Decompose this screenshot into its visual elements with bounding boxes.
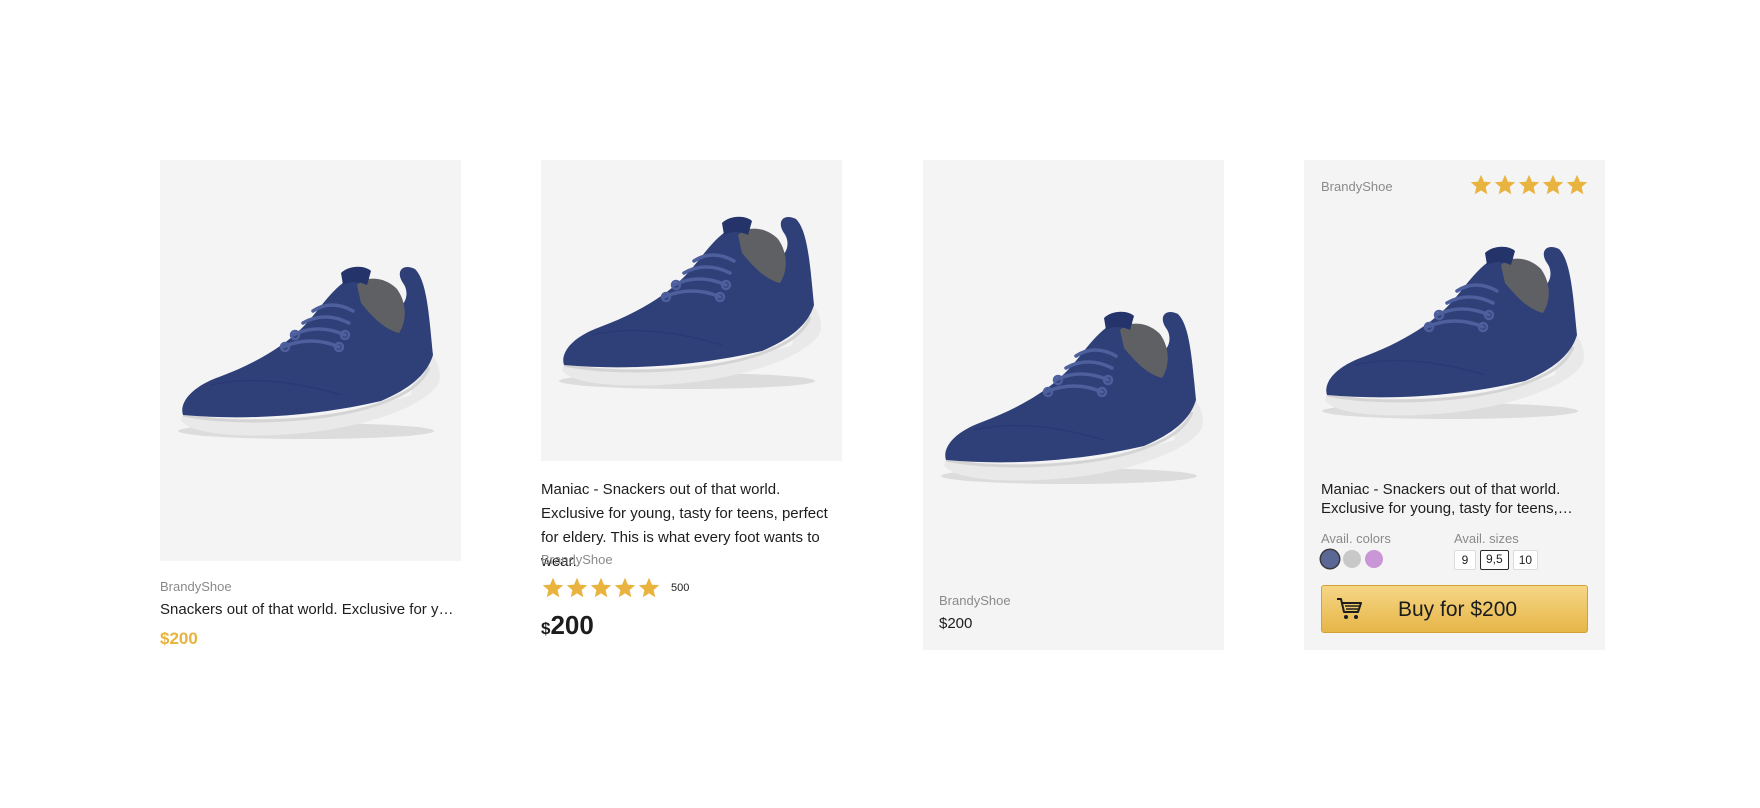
buy-button[interactable]: Buy for $200	[1321, 585, 1588, 633]
product-price: $200	[939, 615, 973, 632]
shoe-image	[551, 205, 833, 405]
product-description: Snackers out of that world. Exclusive fo…	[160, 601, 460, 618]
rating-stars	[1469, 173, 1589, 197]
shoe-image	[170, 255, 452, 455]
product-card-4[interactable]: BrandyShoe Maniac - Snackers out of that…	[1304, 160, 1605, 650]
shoe-image	[933, 300, 1215, 500]
product-price: $200	[541, 610, 594, 641]
shoe-image	[1314, 235, 1596, 435]
color-swatch[interactable]	[1321, 550, 1339, 568]
product-image-container[interactable]	[160, 160, 461, 561]
star-icon	[565, 576, 589, 600]
star-icon	[1493, 173, 1517, 197]
star-icon	[637, 576, 661, 600]
star-icon	[541, 576, 565, 600]
product-price: $200	[160, 629, 198, 648]
brand-name: BrandyShoe	[541, 552, 613, 567]
brand-name: BrandyShoe	[1321, 179, 1393, 194]
color-swatches	[1321, 550, 1383, 568]
price-amount: 200	[550, 610, 594, 640]
star-icon	[1565, 173, 1589, 197]
color-swatch[interactable]	[1343, 550, 1361, 568]
colors-label: Avail. colors	[1321, 531, 1391, 546]
size-options: 9 9,5 10	[1454, 550, 1539, 570]
star-icon	[589, 576, 613, 600]
product-description: Maniac - Snackers out of that world. Exc…	[1321, 481, 1561, 517]
star-icon	[1541, 173, 1565, 197]
product-image-container[interactable]	[541, 160, 842, 461]
sizes-label: Avail. sizes	[1454, 531, 1519, 546]
star-icon	[1469, 173, 1493, 197]
size-option[interactable]: 10	[1512, 550, 1539, 570]
star-icon	[1517, 173, 1541, 197]
product-card-3[interactable]: BrandyShoe $200	[923, 160, 1224, 650]
buy-button-label: Buy for $200	[1398, 598, 1518, 621]
color-swatch[interactable]	[1365, 550, 1383, 568]
rating-stars: 500	[541, 576, 689, 600]
size-option[interactable]: 9,5	[1480, 550, 1509, 570]
brand-name: BrandyShoe	[160, 579, 232, 594]
cart-icon	[1337, 598, 1362, 619]
rating-count: 500	[671, 582, 690, 594]
size-option[interactable]: 9	[1454, 550, 1476, 570]
star-icon	[613, 576, 637, 600]
brand-name: BrandyShoe	[939, 593, 1011, 608]
